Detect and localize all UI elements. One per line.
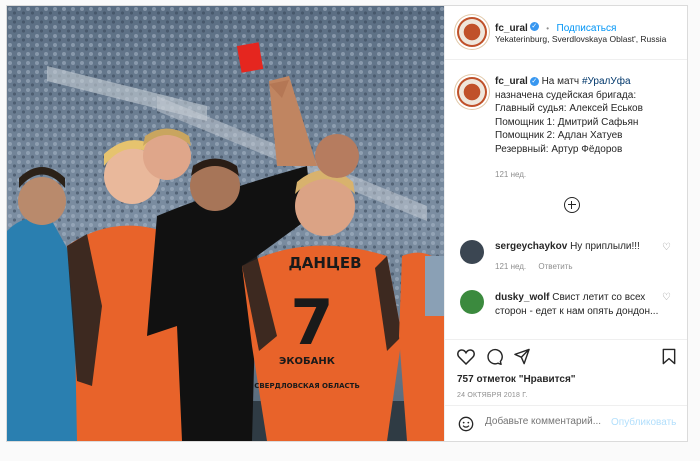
add-comment-input[interactable] [485, 416, 605, 427]
post-photo[interactable]: ДАНЦЕВ 7 ЭКОБАНК СВЕРДЛОВСКАЯ ОБЛАСТЬ [7, 6, 444, 441]
publish-button[interactable]: Опубликовать [611, 417, 676, 428]
caption-username[interactable]: fc_ural [495, 76, 528, 87]
heart-icon[interactable] [457, 348, 475, 365]
comment-text: dusky_wolf Свист летит со всех сторон - … [495, 291, 660, 319]
caption-line: назначена судейская бригада: [495, 89, 637, 101]
sponsor-sub-text: СВЕРДЛОВСКАЯ ОБЛАСТЬ [254, 382, 360, 390]
post-header: fc_ural ✓ • Подписаться Yekaterinburg, Sv… [445, 6, 687, 60]
caption-text: fc_ural ✓ На матч #УралУфа назначена суде… [495, 75, 680, 156]
bookmark-icon[interactable] [661, 348, 677, 365]
post-photo-illustration: ДАНЦЕВ 7 ЭКОБАНК СВЕРДЛОВСКАЯ ОБЛАСТЬ [7, 6, 444, 441]
sponsor-text: ЭКОБАНК [279, 356, 336, 367]
verified-badge-icon: ✓ [529, 22, 539, 32]
share-icon[interactable] [513, 348, 531, 365]
comment-avatar[interactable] [460, 290, 484, 314]
comment-meta: 121 нед. Ответить [495, 262, 573, 271]
shirt-name-text: ДАНЦЕВ [288, 254, 361, 272]
reply-button[interactable]: Ответить [538, 262, 572, 271]
header-separator: • [546, 24, 550, 33]
likes-count[interactable]: 757 отметок "Нравится" [457, 374, 576, 385]
caption-avatar[interactable] [457, 77, 487, 107]
caption-line: Помощник 1: Дмитрий Сафьян [495, 116, 639, 128]
caption-age: 121 нед. [495, 170, 527, 179]
emoji-icon[interactable] [458, 416, 474, 432]
comments-area: fc_ural ✓ На матч #УралУфа назначена суде… [445, 60, 687, 339]
caption-line: Резервный: Артур Фёдоров [495, 143, 623, 155]
post-side-panel: fc_ural ✓ • Подписаться Yekaterinburg, Sv… [444, 6, 687, 441]
comment-icon[interactable] [485, 348, 503, 365]
add-comment-bar: Опубликовать [445, 405, 687, 441]
comment-username[interactable]: dusky_wolf [495, 292, 549, 303]
comment-time: 121 нед. [495, 262, 527, 271]
load-more-icon[interactable] [564, 197, 580, 213]
caption-hashtag[interactable]: #УралУфа [582, 76, 631, 87]
comment-like-icon[interactable]: ♡ [662, 242, 671, 253]
header-username[interactable]: fc_ural [495, 23, 528, 34]
profile-avatar[interactable] [457, 17, 487, 47]
shirt-number-text: 7 [290, 286, 333, 359]
comment-avatar[interactable] [460, 240, 484, 264]
comment-username[interactable]: sergeychaykov [495, 241, 567, 252]
caption-intro: На матч [541, 76, 582, 87]
comment-like-icon[interactable]: ♡ [662, 292, 671, 303]
caption-verified-icon: ✓ [529, 76, 539, 86]
comment-body: Ну приплыли!!! [570, 241, 640, 252]
post-card: ДАНЦЕВ 7 ЭКОБАНК СВЕРДЛОВСКАЯ ОБЛАСТЬ fc… [6, 5, 688, 442]
post-location[interactable]: Yekaterinburg, Sverdlovskaya Oblast', Ru… [495, 34, 666, 44]
comment-text: sergeychaykov Ну приплыли!!! [495, 241, 640, 252]
caption-line: Помощник 2: Адлан Хатуев [495, 130, 623, 141]
follow-button[interactable]: Подписаться [557, 23, 617, 34]
caption-line: Главный судья: Алексей Еськов [495, 103, 643, 114]
post-date: 24 ОКТЯБРЯ 2018 Г. [457, 392, 528, 399]
